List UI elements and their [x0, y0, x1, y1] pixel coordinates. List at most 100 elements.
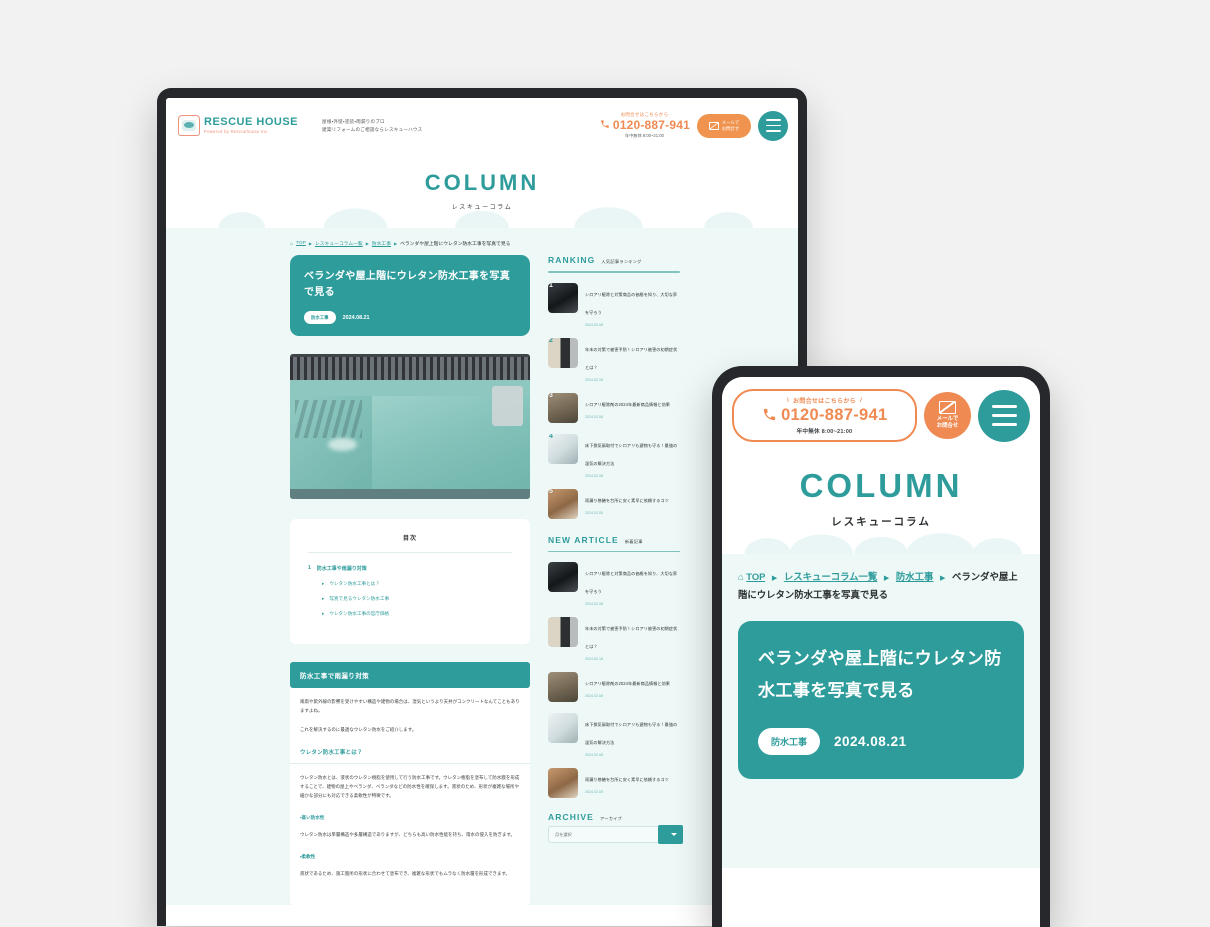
ranking-widget: RANKING 人気記事ランキング 1 シロアリ駆除と対策商品の価格を知り、大切…: [548, 255, 680, 519]
article-date: 2024.08.21: [342, 314, 370, 321]
new-article-list-item[interactable]: 床下換気扇取付でシロアリも建物も守る！最強の湿気の解決方法 2024.02.08: [548, 713, 680, 757]
ranking-item-date: 2024.02.18: [585, 377, 603, 382]
phone-lead-text: お問合せはこちらから: [620, 111, 669, 117]
new-article-item-date: 2024.02.05: [585, 790, 603, 795]
phone-device-mockup: \ お問合せはこちらから / 0120-887-941 年中無休 8:00~21…: [712, 366, 1050, 927]
envelope-icon: [708, 121, 719, 130]
site-tagline: 屋根・外壁・塗装・雨漏りのプロ 建築リフォームのご相談ならレスキューハウス: [322, 118, 422, 132]
mail-contact-button[interactable]: メールで お問合せ: [697, 113, 751, 138]
article-section-heading: 防水工事で雨漏り対策: [290, 662, 530, 688]
mail-label-line-1: メールで: [721, 119, 740, 125]
new-article-item-title: 雨漏り修繕を台所に安く素早に依頼するコツ: [585, 777, 669, 783]
ranking-list-item[interactable]: 2 年末の対策で被害予防！シロアリ被害の初期症状とは？ 2024.02.18: [548, 337, 680, 382]
hamburger-menu-icon[interactable]: [758, 110, 788, 141]
new-article-item-title: 年末の対策で被害予防！シロアリ被害の初期症状とは？: [585, 626, 678, 650]
breadcrumb: ⌂ TOP ▶ レスキューコラム一覧 ▶ 防水工事 ▶ ベランダや屋上階にウレタ…: [166, 240, 798, 255]
ranking-item-date: 2024.02.05: [585, 510, 603, 515]
thumbnail: 1: [548, 282, 578, 313]
article-category-tag[interactable]: 防水工事: [304, 311, 336, 324]
breadcrumb-separator: ▶: [365, 241, 369, 246]
toc-item[interactable]: ▸ 写真で見るウレタン防水工事: [322, 596, 512, 602]
article-title-card: ベランダや屋上階にウレタン防水工事を写真で見る 防水工事 2024.08.21: [738, 621, 1024, 780]
tablet-page-hero: COLUMN レスキューコラム: [166, 153, 798, 228]
breadcrumb-separator: ▶: [940, 575, 946, 582]
new-article-list-item[interactable]: 年末の対策で被害予防！シロアリ被害の初期症状とは？ 2024.02.18: [548, 617, 680, 661]
article-content: 防水工事で雨漏り対策 風雨や紫外線の影響を受けやすい構造や建物の場合は、湿気とい…: [290, 662, 530, 905]
slash-decoration: \: [787, 397, 789, 404]
breadcrumb-item-top[interactable]: TOP: [746, 571, 765, 582]
phone-page-hero: COLUMN レスキューコラム: [732, 442, 1030, 554]
article-paragraph: 液状であるため、施工箇所の形状に合わせて塗布でき、複雑な形状でもムラなく防水層を…: [300, 870, 511, 876]
hamburger-menu-icon[interactable]: [978, 389, 1030, 442]
thumbnail: 5: [548, 488, 578, 519]
article-title-card: ベランダや屋上階にウレタン防水工事を写真で見る 防水工事 2024.08.21: [290, 255, 530, 336]
phone-contact-block[interactable]: \ お問合せはこちらから / 0120-887-941 年中無休 8:00~21…: [732, 389, 917, 442]
home-icon: ⌂: [290, 240, 294, 247]
article-category-tag[interactable]: 防水工事: [758, 728, 821, 756]
toc-label: ウレタン防水工事の官庁価格: [329, 611, 390, 616]
archive-month-select[interactable]: 月を選択: [548, 825, 683, 845]
ranking-item-date: 2024.02.08: [585, 473, 603, 478]
site-logo[interactable]: RESCUE HOUSE Powered by Rescuehouse Inc.: [178, 115, 298, 136]
tablet-header-actions: お問合せはこちらから 0120-887-941 年中無休 8:00~21:00: [599, 110, 788, 141]
new-article-item-date: 2024.02.08: [585, 602, 603, 607]
mail-contact-button[interactable]: メールで お問合せ: [924, 392, 971, 439]
article-paragraph: 風雨や紫外線の影響を受けやすい構造や建物の場合は、湿気というより天井がコンクリー…: [300, 699, 520, 713]
rank-number: 4: [549, 433, 553, 440]
breadcrumb-separator: ▶: [308, 241, 312, 246]
toc-item[interactable]: 1 防水工事や雨漏り対策: [308, 565, 512, 572]
ranking-list-item[interactable]: 5 雨漏り修繕を台所に安く素早に依頼するコツ 2024.02.05: [548, 488, 680, 519]
ranking-item-date: 2024.02.08: [585, 414, 603, 419]
article-title: ベランダや屋上階にウレタン防水工事を写真で見る: [758, 649, 1002, 700]
article-minor-heading: ・高い防水性: [300, 814, 325, 820]
page-subtitle: レスキューコラム: [451, 205, 513, 211]
ranking-item-title: シロアリ駆除剤の2024年最新商品情報と効果: [585, 401, 670, 407]
tablet-screen: RESCUE HOUSE Powered by Rescuehouse Inc.…: [166, 98, 798, 926]
toc-label: 写真で見るウレタン防水工事: [329, 596, 390, 601]
phone-contact-block[interactable]: お問合せはこちらから 0120-887-941 年中無休 8:00~21:00: [599, 111, 690, 139]
breadcrumb-item-top[interactable]: TOP: [296, 241, 306, 246]
breadcrumb-item-waterproof[interactable]: 防水工事: [372, 240, 391, 247]
ranking-list-item[interactable]: 3 シロアリ駆除剤の2024年最新商品情報と効果 2024.02.08: [548, 392, 680, 423]
article-paragraph: これを解決するのに最適なウレタン防水をご紹介します。: [300, 726, 417, 732]
breadcrumb-item-column-list[interactable]: レスキューコラム一覧: [315, 240, 363, 247]
thumbnail: 4: [548, 433, 578, 464]
article-paragraph: ウレタン防水とは、液状のウレタン樹脂を使用して行う防水工事です。ウレタン樹脂を塗…: [300, 775, 520, 799]
article-hero-photo: [290, 354, 530, 499]
ranking-item-title: 年末の対策で被害予防！シロアリ被害の初期症状とは？: [585, 346, 678, 370]
mail-label-line-2: お問合せ: [936, 423, 959, 429]
business-hours: 年中無休 8:00~21:00: [796, 429, 853, 435]
breadcrumb: ⌂ TOP ▶ レスキューコラム一覧 ▶ 防水工事 ▶ ベランダや屋上階にウレタ…: [738, 568, 1024, 603]
house-logo-icon: [178, 115, 200, 136]
breadcrumb-separator: ▶: [771, 575, 778, 582]
tablet-site-header: RESCUE HOUSE Powered by Rescuehouse Inc.…: [166, 98, 798, 228]
phone-icon: [762, 407, 779, 424]
new-article-list-item[interactable]: シロアリ駆除と対策商品の価格を知り、大切な家を守ろう 2024.02.08: [548, 562, 680, 606]
toc-heading: 目次: [402, 536, 417, 542]
toc-item[interactable]: ▸ ウレタン防水工事の官庁価格: [322, 611, 512, 617]
toc-item[interactable]: ▸ ウレタン防水工事とは？: [322, 581, 512, 587]
ranking-list-item[interactable]: 4 床下換気扇取付でシロアリも建物も守る！最強の湿気の解決方法 2024.02.…: [548, 433, 680, 478]
breadcrumb-item-column-list[interactable]: レスキューコラム一覧: [784, 571, 877, 582]
mail-label-line-2: お問合せ: [721, 125, 740, 131]
ranking-item-title: シロアリ駆除と対策商品の価格を知り、大切な家を守ろう: [585, 291, 678, 315]
article-title: ベランダや屋上階にウレタン防水工事を写真で見る: [304, 271, 510, 298]
chevron-down-icon[interactable]: [658, 825, 683, 845]
thumbnail: [548, 768, 578, 799]
new-article-list-item[interactable]: シロアリ駆除剤の2024年最新商品情報と効果 2024.02.08: [548, 672, 680, 703]
ranking-list-item[interactable]: 1 シロアリ駆除と対策商品の価格を知り、大切な家を守ろう 2024.02.08: [548, 282, 680, 327]
archive-title-en: ARCHIVE: [548, 812, 594, 823]
breadcrumb-item-waterproof[interactable]: 防水工事: [896, 571, 934, 582]
toc-label: ウレタン防水工事とは？: [329, 581, 380, 586]
phone-lead-text: \ お問合せはこちらから /: [738, 396, 911, 406]
phone-number[interactable]: 0120-887-941: [599, 119, 690, 131]
rank-number: 2: [549, 337, 553, 344]
new-article-list-item[interactable]: 雨漏り修繕を台所に安く素早に依頼するコツ 2024.02.05: [548, 768, 680, 799]
toc-marker: 1: [308, 565, 311, 571]
phone-number[interactable]: 0120-887-941: [738, 406, 911, 425]
new-article-item-title: シロアリ駆除剤の2024年最新商品情報と効果: [585, 681, 670, 687]
tablet-sidebar: RANKING 人気記事ランキング 1 シロアリ駆除と対策商品の価格を知り、大切…: [548, 255, 683, 845]
new-article-item-date: 2024.02.18: [585, 657, 603, 662]
thumbnail: [548, 617, 578, 648]
widget-underline: [548, 550, 680, 553]
